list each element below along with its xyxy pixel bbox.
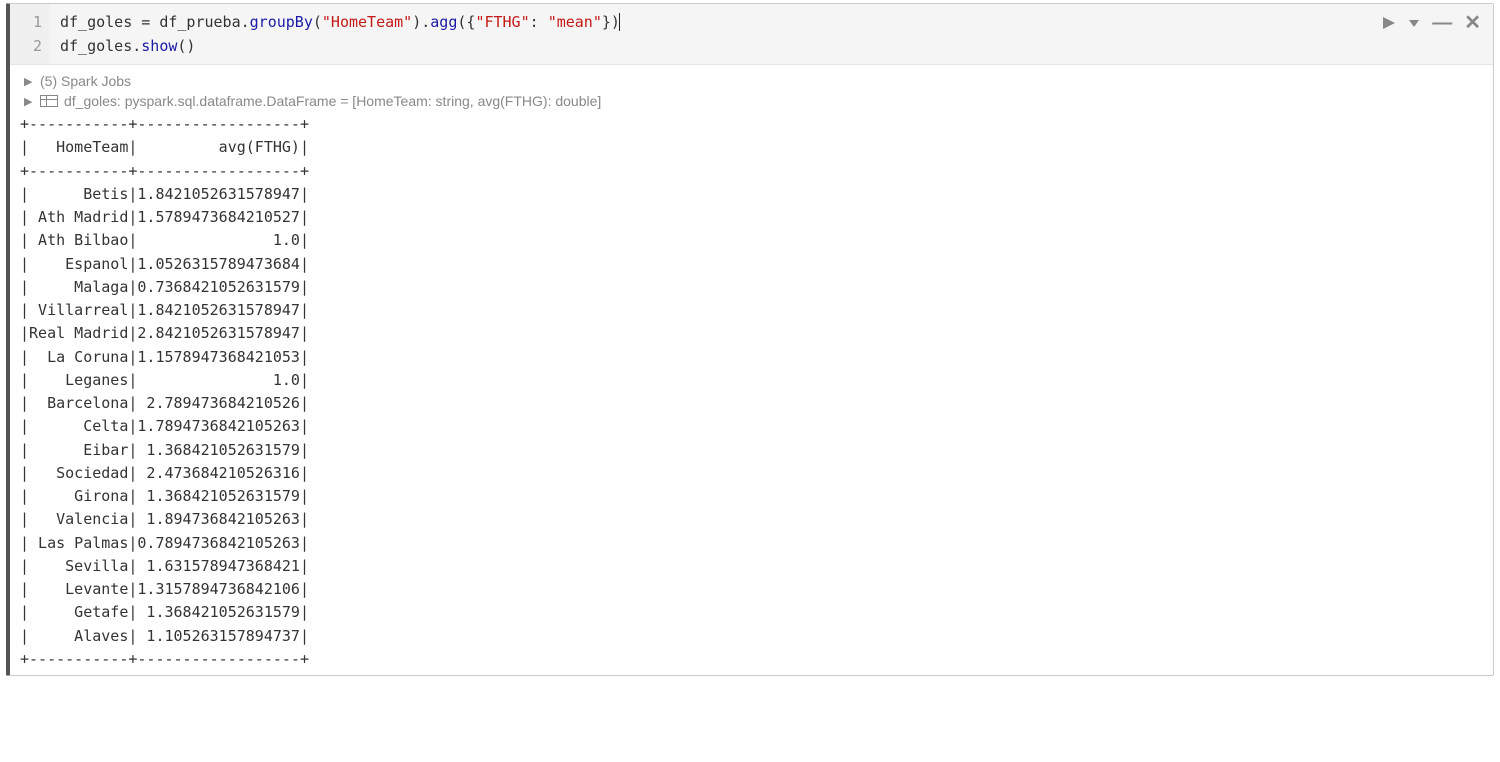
line-gutter: 1 2: [10, 4, 50, 64]
line-number: 1: [14, 10, 42, 34]
minimize-button[interactable]: —: [1432, 18, 1452, 28]
cell-header: 1 2 df_goles = df_prueba.groupBy("HomeTe…: [10, 4, 1493, 65]
run-button[interactable]: [1382, 16, 1396, 30]
schema-expander[interactable]: ▶ df_goles: pyspark.sql.dataframe.DataFr…: [24, 93, 1483, 109]
spark-jobs-label: (5) Spark Jobs: [40, 73, 131, 89]
schema-text: df_goles: pyspark.sql.dataframe.DataFram…: [64, 93, 601, 109]
stdout-output: +-----------+------------------+ | HomeT…: [20, 113, 1483, 671]
chevron-right-icon: ▶: [24, 95, 34, 108]
output-area: ▶ (5) Spark Jobs ▶ df_goles: pyspark.sql…: [10, 65, 1493, 675]
cell-toolbar: — ✕: [1382, 10, 1481, 35]
chevron-right-icon: ▶: [24, 75, 34, 88]
notebook-cell: 1 2 df_goles = df_prueba.groupBy("HomeTe…: [6, 3, 1494, 676]
spark-jobs-expander[interactable]: ▶ (5) Spark Jobs: [24, 73, 1483, 89]
code-editor[interactable]: df_goles = df_prueba.groupBy("HomeTeam")…: [50, 4, 1493, 64]
line-number: 2: [14, 34, 42, 58]
table-icon: [40, 95, 58, 107]
close-button[interactable]: ✕: [1464, 10, 1481, 35]
run-menu-chevron-down-icon[interactable]: [1408, 17, 1420, 29]
